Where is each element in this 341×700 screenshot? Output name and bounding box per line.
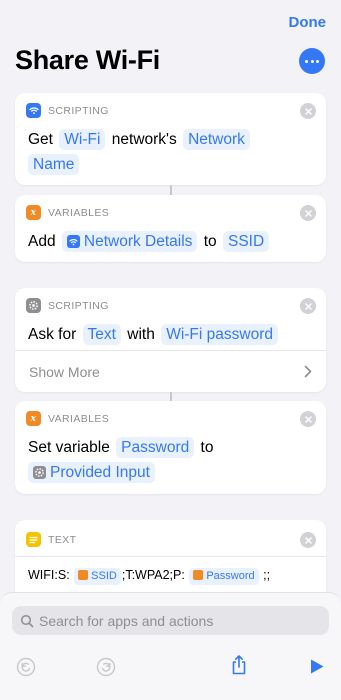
action-text: network's [111, 131, 177, 148]
share-icon[interactable] [229, 654, 249, 676]
action-card-set-variable[interactable]: x VARIABLES Set variable Password to Pro… [15, 401, 326, 494]
token-password[interactable]: Password [116, 437, 195, 458]
text-segment: WIFI:S: [28, 568, 70, 582]
token-wifi-password[interactable]: Wi-Fi password [161, 324, 278, 345]
token-label: SSID [91, 570, 117, 582]
remove-action-icon[interactable] [300, 532, 316, 548]
token-name[interactable]: Name [28, 154, 80, 175]
action-text: Set variable [28, 439, 110, 456]
done-button[interactable]: Done [289, 14, 327, 31]
action-connector [170, 185, 172, 195]
action-text: Add [28, 233, 56, 250]
more-options-button[interactable] [299, 48, 325, 74]
action-body: Set variable Password to Provided Input [28, 435, 314, 485]
action-category: SCRIPTING [26, 298, 109, 313]
action-connector [170, 392, 172, 401]
action-body: Add Network Details to SSID [28, 229, 314, 254]
page-title: Share Wi-Fi [15, 45, 160, 75]
text-segment: ;; [263, 568, 271, 582]
action-category: x VARIABLES [26, 411, 109, 426]
play-icon[interactable] [309, 658, 325, 675]
category-label: TEXT [48, 533, 77, 546]
more-dot [310, 59, 314, 63]
text-segment: ;T:WPA2;P: [121, 568, 185, 582]
remove-action-icon[interactable] [300, 411, 316, 427]
show-more-label: Show More [29, 363, 100, 380]
action-card-ask-for-input[interactable]: SCRIPTING Ask for Text with Wi-Fi passwo… [15, 288, 326, 392]
action-category: SCRIPTING [26, 103, 109, 118]
search-bar[interactable]: Search for apps and actions [12, 606, 329, 635]
token-label: Provided Input [50, 464, 150, 481]
token-provided-input[interactable]: Provided Input [28, 462, 155, 483]
search-icon [20, 614, 34, 627]
wifi-icon [26, 103, 41, 118]
text-content[interactable]: WIFI:S: SSID ;T:WPA2;P: Password ;; [28, 563, 314, 588]
remove-action-icon[interactable] [300, 205, 316, 221]
text-icon [26, 532, 41, 547]
token-network[interactable]: Network [183, 129, 250, 150]
action-category: TEXT [26, 532, 76, 547]
action-card-get-wifi[interactable]: SCRIPTING Get Wi-Fi network's Network Na… [15, 93, 326, 185]
card-divider [15, 556, 326, 557]
variable-icon [193, 570, 204, 580]
action-text: with [127, 326, 155, 343]
action-card-add-variable[interactable]: x VARIABLES Add Network Details to SSID [15, 195, 326, 262]
action-body: Ask for Text with Wi-Fi password [28, 322, 314, 347]
token-wifi[interactable]: Wi-Fi [59, 129, 106, 150]
action-text: Get [28, 131, 53, 148]
category-label: VARIABLES [48, 206, 110, 219]
token-label: Password [206, 570, 255, 582]
token-label: Network Details [83, 233, 193, 250]
token-ssid-mini[interactable]: SSID [74, 568, 121, 585]
token-password-mini[interactable]: Password [189, 568, 259, 585]
token-network-details[interactable]: Network Details [61, 231, 198, 252]
undo-icon[interactable] [16, 657, 36, 677]
action-text: Ask for [28, 326, 77, 343]
variable-icon [78, 570, 89, 580]
category-label: SCRIPTING [48, 104, 109, 117]
bottom-panel: Search for apps and actions [0, 592, 341, 700]
category-label: VARIABLES [48, 412, 110, 425]
redo-icon[interactable] [96, 657, 116, 677]
wifi-icon [66, 235, 80, 248]
token-ssid[interactable]: SSID [223, 231, 270, 252]
more-dot [304, 59, 308, 63]
remove-action-icon[interactable] [300, 103, 316, 119]
action-body: Get Wi-Fi network's Network Name [28, 127, 314, 177]
variable-icon: x [26, 205, 41, 220]
show-more-button[interactable]: Show More [15, 350, 326, 392]
search-placeholder: Search for apps and actions [39, 612, 214, 629]
variable-icon: x [26, 411, 41, 426]
token-text[interactable]: Text [82, 324, 121, 345]
remove-action-icon[interactable] [300, 298, 316, 314]
gear-icon [33, 466, 46, 479]
more-dot [316, 59, 320, 63]
action-text: to [203, 233, 217, 250]
action-text: to [200, 439, 214, 456]
action-category: x VARIABLES [26, 205, 109, 220]
chevron-right-icon [304, 365, 312, 378]
gear-icon [26, 298, 41, 313]
category-label: SCRIPTING [48, 299, 109, 312]
